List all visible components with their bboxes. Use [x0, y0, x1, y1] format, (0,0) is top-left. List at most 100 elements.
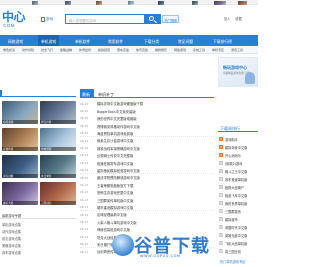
list-item-title[interactable]: 模拟农场中文版游戏硬盘版下载	[97, 101, 143, 106]
subnav-item[interactable]: 休闲益智	[79, 48, 91, 52]
rank-item[interactable]: 5 格斗之王中文版	[218, 167, 258, 175]
game-thumbnail[interactable]: 雪地冒险	[40, 128, 76, 151]
favorite-link[interactable]: 收藏	[235, 17, 241, 21]
list-item-title[interactable]: 三国群英传单机版中文版	[97, 198, 133, 203]
game-thumbnail[interactable]: 坦克世界	[40, 101, 76, 124]
list-item-title[interactable]: 极速狂飙赛车游戏中文版	[97, 161, 133, 166]
search-button[interactable]	[145, 14, 161, 24]
topic-link[interactable]: 单机游戏合集	[2, 222, 21, 227]
top-link-gifts[interactable]: 礼包	[192, 1, 199, 5]
list-item-title[interactable]: 魔法学院冒险解谜游戏中文版	[97, 175, 140, 180]
list-item-date: 06-13	[80, 175, 89, 180]
game-thumbnail[interactable]: 星际战舰	[2, 155, 38, 178]
tab-latest[interactable]: 最新	[80, 89, 94, 98]
list-item[interactable]: 06-12 足球经理最新中文版	[80, 211, 214, 218]
nav-faq[interactable]: 常见问题	[178, 39, 193, 45]
subnav-item[interactable]: 动作冒险	[22, 48, 34, 52]
list-item[interactable]: 06-14 钢铁战线军事策略游戏中文版	[80, 144, 214, 151]
nav-download-categories[interactable]: 下载分类	[144, 39, 159, 45]
list-item[interactable]: 06-14 星际殖民模拟经营游戏中文版	[80, 167, 214, 174]
subnav-item[interactable]: 系统工具	[193, 48, 205, 52]
list-item[interactable]: 06-13 魔法学院冒险解谜游戏中文版	[80, 174, 214, 181]
list-item[interactable]: 06-13 城市建设模拟游戏中文版	[80, 204, 214, 211]
list-item[interactable]: 06-14 极速狂飙赛车游戏中文版	[80, 159, 214, 166]
list-item-title[interactable]: 海盗冒险单机游戏免费版	[97, 131, 133, 136]
subnav-item[interactable]: 模拟经营	[98, 48, 110, 52]
list-item[interactable]: 06-15 BiggerTools中文免安装版	[80, 107, 214, 114]
nav-single-games[interactable]: 单机游戏	[38, 35, 60, 46]
top-link-topics[interactable]: 专题	[158, 1, 165, 5]
list-item-title[interactable]: 赛博朋克风格动作游戏中文版	[97, 124, 140, 129]
list-item-title[interactable]: 幻想骑士传说中文完整版	[97, 153, 133, 158]
subnav-item[interactable]: 射击飞行	[41, 48, 53, 52]
topic-link[interactable]: 赛车游戏合集	[2, 250, 21, 255]
subnav-item[interactable]: 赛车竞速	[117, 48, 129, 52]
list-item-title[interactable]: 恐怖生存游戏完整中文版	[97, 190, 133, 195]
nav-online-games[interactable]: 网络游戏	[8, 39, 23, 45]
top-link-mobile-site[interactable]: 手机版	[238, 1, 248, 5]
subnav-item[interactable]: 棋牌娱乐	[155, 48, 167, 52]
list-item-title[interactable]: 王者荣耀电脑版官方下载	[97, 183, 133, 188]
game-thumbnail[interactable]: 武侠传奇	[2, 128, 38, 151]
game-thumbnail[interactable]: 三国战记	[40, 182, 76, 205]
list-item[interactable]: 06-13 恐怖生存游戏完整中文版	[80, 189, 214, 196]
list-item[interactable]: 06-13 王者荣耀电脑版官方下载	[80, 181, 214, 188]
game-thumbnail[interactable]: 魔幻大陆	[2, 182, 38, 205]
subnav-item[interactable]: 角色扮演	[3, 48, 15, 52]
rank-item[interactable]: 9 我的世界单机版	[218, 199, 258, 207]
rank-item[interactable]: 1 游戏助手	[218, 135, 258, 143]
tab-single-patches[interactable]: 单机补丁	[96, 89, 116, 98]
rank-item[interactable]: 4 (街霸2)游戏	[218, 159, 258, 167]
list-item[interactable]: 06-12 火柴人格斗单机游戏中文版	[80, 218, 214, 225]
rank-item[interactable]: 10 三国群英传	[218, 207, 258, 215]
subnav-item[interactable]: 单机专区	[212, 48, 224, 52]
rank-item[interactable]: 8 极品飞车中文版	[218, 191, 258, 199]
list-item-title[interactable]: 足球经理最新中文版	[97, 212, 127, 217]
join-link[interactable]: 加入	[224, 17, 230, 21]
subnav-item[interactable]: 体育竞技	[136, 48, 148, 52]
rank-item[interactable]: 2 模拟驾驶中文版	[218, 143, 258, 151]
list-item[interactable]: 06-14 幻想骑士传说中文完整版	[80, 152, 214, 159]
rank-item-title: 帝国时代中文版	[225, 225, 248, 230]
search-category[interactable]: 游戏	[41, 15, 63, 23]
list-item-title[interactable]: 钢铁战线军事策略游戏中文版	[97, 146, 140, 151]
game-thumbnail[interactable]: 暗黑游戏	[2, 101, 38, 124]
list-item-title[interactable]: 像素生存沙盒游戏中文版	[97, 138, 133, 143]
list-item[interactable]: 06-15 模拟农场中文版游戏硬盘版下载	[80, 100, 214, 107]
subnav-item[interactable]: 策略战棋	[60, 48, 72, 52]
list-item-title[interactable]: 星际殖民模拟经营游戏中文版	[97, 168, 140, 173]
rank-item[interactable]: 11 模拟城市	[218, 215, 258, 223]
list-item-title[interactable]: 我的世界中文完整版电脑版	[97, 116, 137, 121]
list-item-title[interactable]: BiggerTools中文免安装版	[97, 109, 136, 114]
list-item[interactable]: 06-15 赛博朋克风格动作游戏中文版	[80, 122, 214, 129]
nav-single-software[interactable]: 单机软件	[75, 39, 90, 45]
search-input[interactable]: 输入您想要的游戏	[65, 14, 145, 24]
list-item-title[interactable]: 城市建设模拟游戏中文版	[97, 205, 133, 210]
rank-item[interactable]: 3 开心消消乐	[218, 151, 258, 159]
rank-item[interactable]: 6 赛车竞速单机版	[218, 175, 258, 183]
topic-link[interactable]: 策略游戏合集	[2, 243, 21, 248]
topic-link[interactable]: 射击游戏合集	[2, 236, 21, 241]
rank-item[interactable]: 12 帝国时代中文版	[218, 223, 258, 231]
subnav-item[interactable]: 游戏工具	[231, 48, 243, 52]
rank-item[interactable]: 7 植物大战僵尸	[218, 183, 258, 191]
promo-ad[interactable]: 畅玩游戏中心 海量精品游戏免费下载	[218, 57, 258, 87]
rank-number: 7	[219, 184, 223, 189]
top-link-mobile[interactable]: 手游	[65, 1, 72, 5]
top-link-games[interactable]: 游戏	[96, 1, 103, 5]
list-item[interactable]: 06-15 我的世界中文完整版电脑版	[80, 115, 214, 122]
top-link-home[interactable]: 首页	[32, 1, 39, 5]
hot-search-button[interactable]: 热门搜索	[162, 15, 179, 23]
list-item[interactable]: 06-14 像素生存沙盒游戏中文版	[80, 137, 214, 144]
nav-download-ranking[interactable]: 下载排行榜	[213, 39, 232, 45]
subnav-item[interactable]: 网络游戏	[174, 48, 186, 52]
list-item[interactable]: 06-13 三国群英传单机版中文版	[80, 196, 214, 203]
site-logo[interactable]: 中心 COM	[2, 8, 36, 30]
list-item-title[interactable]: 火柴人格斗单机游戏中文版	[97, 220, 137, 225]
topic-link[interactable]: 动作游戏合集	[2, 229, 21, 234]
nav-common-software[interactable]: 常用软件	[108, 39, 123, 45]
list-item[interactable]: 06-15 海盗冒险单机游戏免费版	[80, 130, 214, 137]
top-link-user-center[interactable]: 用户中心	[214, 1, 227, 5]
top-link-news[interactable]: 资讯	[128, 1, 135, 5]
game-thumbnail[interactable]: 末日求生	[40, 155, 76, 178]
